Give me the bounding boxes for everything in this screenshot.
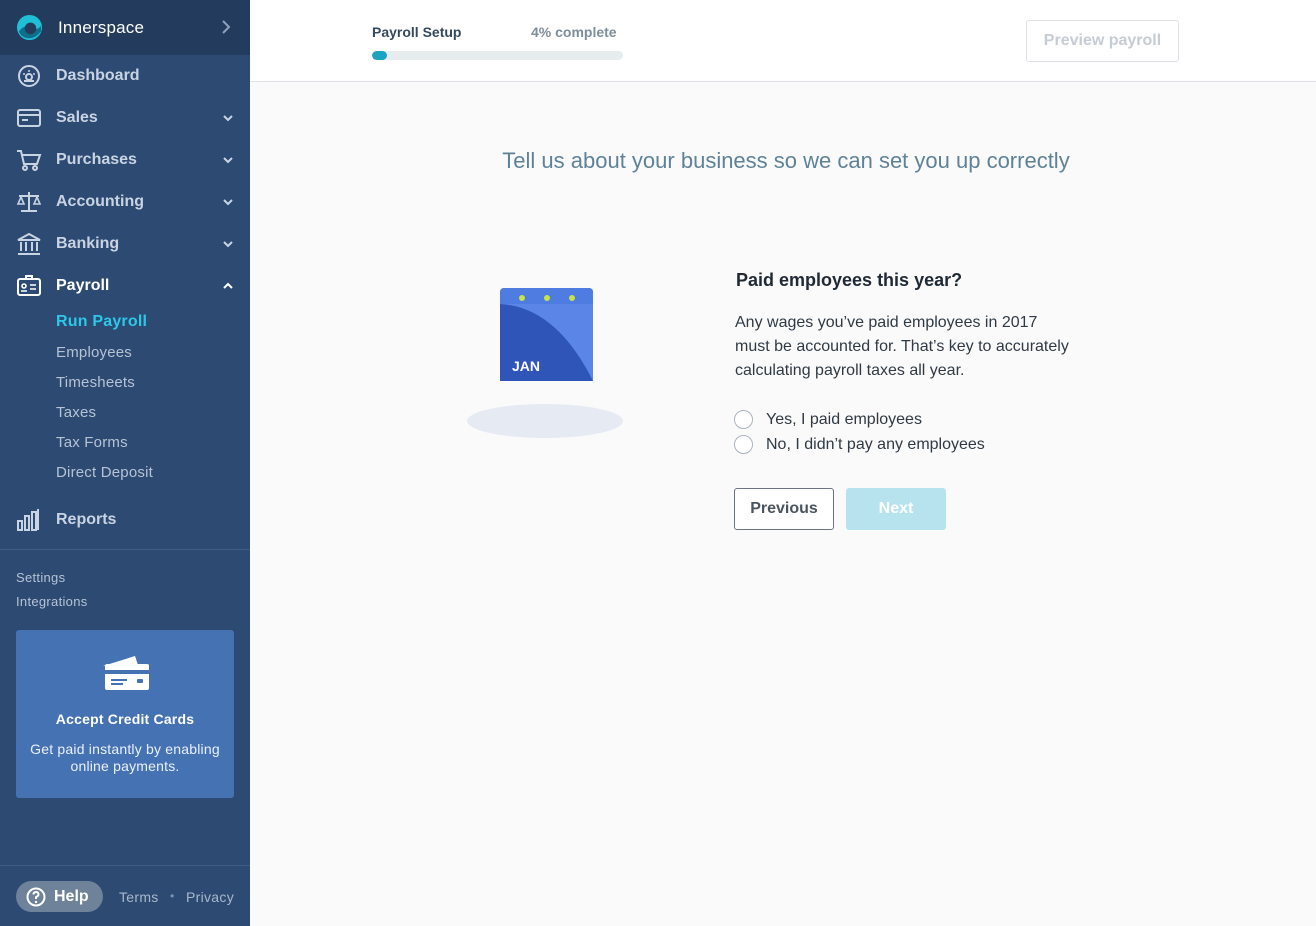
preview-payroll-button[interactable]: Preview payroll xyxy=(1026,20,1179,62)
sidebar-item-label: Payroll xyxy=(56,277,110,294)
progress-fill xyxy=(372,51,388,60)
option-label: Yes, I paid employees xyxy=(766,410,922,428)
sidebar-subitem-taxes[interactable]: Taxes xyxy=(56,404,96,421)
scales-icon xyxy=(16,192,42,212)
sidebar-item-accounting[interactable]: Accounting xyxy=(0,181,250,223)
separator-dot: • xyxy=(170,889,175,903)
sidebar-item-payroll[interactable]: Payroll xyxy=(0,265,250,307)
sidebar-subitem-tax-forms[interactable]: Tax Forms xyxy=(56,434,128,451)
page-headline: Tell us about your business so we can se… xyxy=(502,148,1070,173)
company-name: Innerspace xyxy=(58,17,145,37)
sidebar-subitem-timesheets[interactable]: Timesheets xyxy=(56,374,135,391)
bar-chart-icon xyxy=(17,509,39,531)
sidebar-item-label: Accounting xyxy=(56,193,144,210)
topbar: Payroll Setup 4% complete Preview payrol… xyxy=(250,0,1316,82)
sidebar-item-label: Dashboard xyxy=(56,67,140,84)
sidebar-item-label: Purchases xyxy=(56,151,137,168)
sidebar-subitem-employees[interactable]: Employees xyxy=(56,344,132,361)
bank-icon xyxy=(17,232,41,255)
sidebar-item-label: Reports xyxy=(56,511,117,528)
help-label: Help xyxy=(54,887,89,905)
calendar-illustration-icon: JAN xyxy=(467,288,623,438)
sidebar-item-reports[interactable]: Reports xyxy=(0,499,250,541)
question-description: Any wages you’ve paid employees in 2017 … xyxy=(735,314,1069,379)
dashboard-icon xyxy=(18,65,40,87)
sidebar-item-banking[interactable]: Banking xyxy=(0,223,250,265)
setup-title: Payroll Setup xyxy=(372,24,462,40)
sidebar-divider xyxy=(0,549,250,550)
sidebar-item-sales[interactable]: Sales xyxy=(0,97,250,139)
chevron-down-icon xyxy=(223,241,233,248)
setup-progress-bar xyxy=(372,51,623,60)
promo-title: Accept Credit Cards xyxy=(55,711,195,727)
chevron-down-icon xyxy=(223,115,233,122)
company-logo-icon xyxy=(16,14,43,41)
chevron-down-icon xyxy=(223,157,233,164)
integrations-link[interactable]: Integrations xyxy=(16,594,88,609)
chevron-up-icon xyxy=(223,282,233,289)
sidebar-item-label: Banking xyxy=(56,235,120,252)
credit-card-icon xyxy=(103,656,149,690)
radio-button[interactable] xyxy=(734,435,753,454)
chevron-right-icon xyxy=(222,20,231,34)
chevron-down-icon xyxy=(223,199,233,206)
terms-link[interactable]: Terms xyxy=(119,889,159,905)
accept-credit-cards-promo[interactable]: Accept Credit Cards Get paid instantly b… xyxy=(16,630,234,798)
question-title: Paid employees this year? xyxy=(736,270,963,290)
settings-link[interactable]: Settings xyxy=(16,570,65,585)
cart-icon xyxy=(17,150,42,171)
progress-percent: 4% complete xyxy=(531,24,617,40)
help-button[interactable]: Help xyxy=(16,881,103,912)
option-no-paid[interactable]: No, I didn’t pay any employees xyxy=(734,435,985,454)
calendar-month-label: JAN xyxy=(512,358,540,374)
option-label: No, I didn’t pay any employees xyxy=(766,435,985,453)
sidebar-subitem-run-payroll[interactable]: Run Payroll xyxy=(56,313,147,331)
privacy-link[interactable]: Privacy xyxy=(186,889,234,905)
promo-body: Get paid instantly by enabling online pa… xyxy=(30,741,220,774)
payroll-icon xyxy=(17,275,41,296)
company-switcher[interactable]: Innerspace xyxy=(0,0,250,55)
option-yes-paid[interactable]: Yes, I paid employees xyxy=(734,410,922,429)
sidebar-item-label: Sales xyxy=(56,109,98,126)
footer-divider xyxy=(0,865,250,866)
sidebar-item-purchases[interactable]: Purchases xyxy=(0,139,250,181)
sidebar-item-dashboard[interactable]: Dashboard xyxy=(0,55,250,97)
sales-icon xyxy=(17,109,41,127)
help-icon xyxy=(26,887,46,906)
previous-button[interactable]: Previous xyxy=(734,488,834,530)
radio-button[interactable] xyxy=(734,410,753,429)
next-button[interactable]: Next xyxy=(846,488,946,530)
sidebar-subitem-direct-deposit[interactable]: Direct Deposit xyxy=(56,464,153,481)
sidebar: Innerspace Dashboard Sales Purchases Acc… xyxy=(0,0,250,926)
